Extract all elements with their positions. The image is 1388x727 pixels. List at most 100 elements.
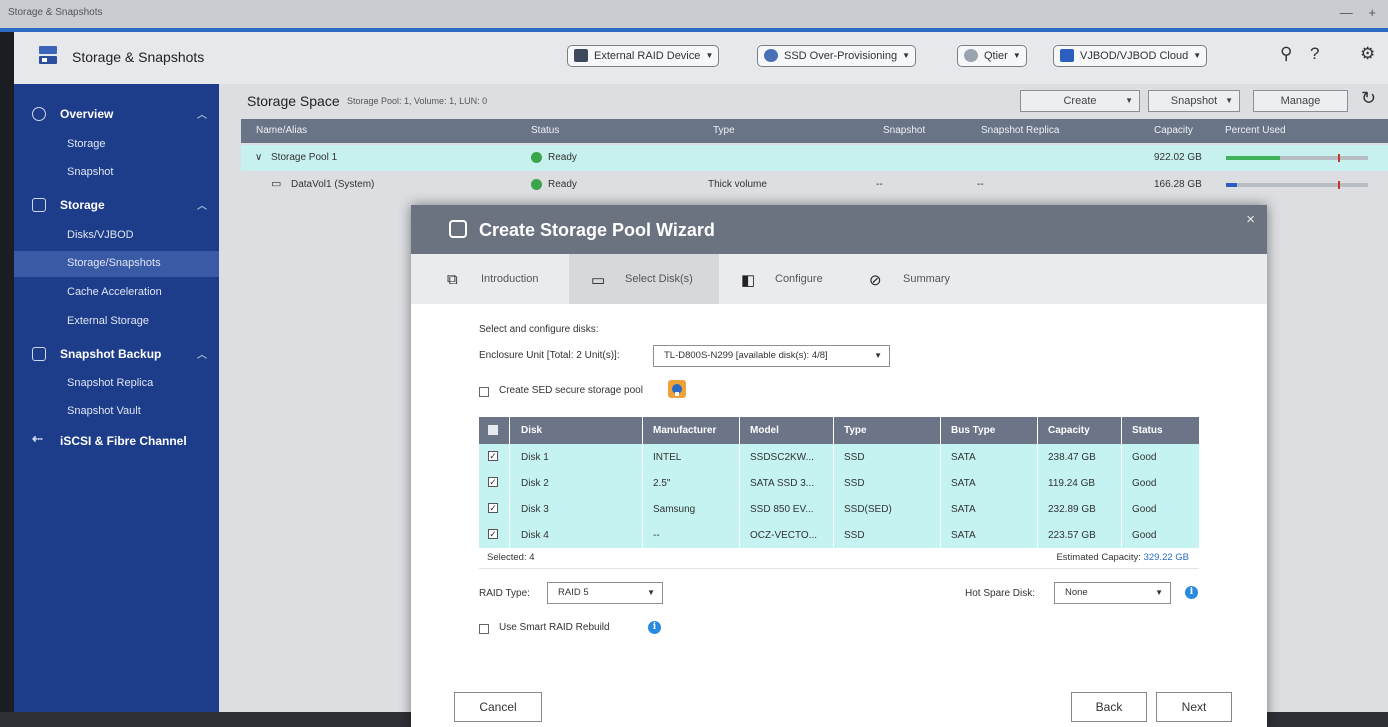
disk-checkbox[interactable]: ✓ [488, 451, 498, 461]
wizard-title: Create Storage Pool Wizard [479, 220, 715, 240]
info-icon[interactable]: i [648, 621, 661, 634]
sed-label: Create SED secure storage pool [499, 385, 643, 396]
page-title: Storage Space [247, 93, 340, 109]
volume-icon: ▭ [271, 178, 282, 190]
hot-spare-select[interactable]: None ▼ [1054, 582, 1171, 604]
step-label: Summary [903, 273, 951, 285]
ssd-icon [764, 49, 778, 62]
disk-checkbox[interactable]: ✓ [488, 529, 498, 539]
create-storage-pool-wizard: Create Storage Pool Wizard × ⧉ Introduct… [411, 205, 1267, 727]
search-icon[interactable]: ⚲ [1280, 44, 1292, 64]
sidebar-item-label: External Storage [67, 315, 149, 327]
sidebar-section-overview[interactable]: Overview ︿ [14, 100, 219, 128]
create-button[interactable]: Create ▼ [1020, 90, 1140, 112]
disk-status: Good [1132, 452, 1157, 463]
sidebar-section-snapshot-backup[interactable]: Snapshot Backup ︿ [14, 340, 219, 368]
disk-model: OCZ-VECTO... [750, 530, 818, 541]
disk-checkbox[interactable]: ✓ [488, 477, 498, 487]
window-controls[interactable]: — + [1340, 5, 1382, 20]
overview-icon [32, 107, 46, 121]
storage-icon [32, 198, 46, 212]
snapshot-button[interactable]: Snapshot ▼ [1148, 90, 1240, 112]
disk-status: Good [1132, 530, 1157, 541]
sidebar-item-snapshot[interactable]: Snapshot [14, 160, 219, 186]
disk-name: Disk 3 [521, 504, 549, 515]
table-row[interactable]: ∨ Storage Pool 1 Ready 922.02 GB [241, 145, 1388, 171]
disk-table-header: Disk Manufacturer Model Type Bus Type Ca… [479, 417, 1199, 444]
sidebar-section-label: Overview [60, 107, 114, 121]
table-row[interactable]: ✓ Disk 4 -- OCZ-VECTO... SSD SATA 223.57… [479, 522, 1199, 548]
expand-chevron-icon[interactable]: ∨ [255, 152, 262, 163]
disk-icon: ▭ [591, 272, 606, 289]
row-status: Ready [548, 152, 577, 163]
disk-bus: SATA [951, 504, 976, 515]
ssd-over-provisioning-button[interactable]: SSD Over-Provisioning ▼ [757, 45, 917, 67]
step-label: Introduction [481, 273, 539, 285]
close-icon[interactable]: × [1246, 211, 1255, 228]
sidebar-item-label: Snapshot Replica [67, 377, 154, 389]
snapshot-label: Snapshot [1170, 95, 1218, 107]
chevron-down-icon: ▼ [1193, 51, 1202, 60]
qtier-button[interactable]: Qtier ▼ [957, 45, 1027, 67]
table-row[interactable]: ▭ DataVol1 (System) Ready Thick volume -… [241, 172, 1388, 198]
estimated-capacity-label: Estimated Capacity: [1056, 552, 1141, 563]
sed-checkbox[interactable] [479, 387, 489, 397]
smart-raid-rebuild-checkbox[interactable] [479, 624, 489, 634]
disk-type: SSD(SED) [844, 504, 892, 515]
sidebar-item-cache-acceleration[interactable]: Cache Acceleration [14, 280, 219, 306]
table-row[interactable]: ✓ Disk 3 Samsung SSD 850 EV... SSD(SED) … [479, 496, 1199, 522]
refresh-icon[interactable]: ↻ [1361, 88, 1376, 109]
sidebar-section-storage[interactable]: Storage ︿ [14, 191, 219, 219]
chevron-down-icon: ▼ [705, 51, 714, 60]
enclosure-select[interactable]: TL-D800S-N299 [available disk(s): 4/8] ▼ [653, 345, 890, 367]
row-snapshot: -- [876, 179, 883, 190]
cancel-button[interactable]: Cancel [454, 692, 542, 722]
configure-icon: ◧ [741, 272, 756, 289]
column-divider [833, 417, 834, 547]
sidebar-item-storage-snapshots[interactable]: Storage/Snapshots [14, 251, 219, 277]
raid-type-select[interactable]: RAID 5 ▼ [547, 582, 663, 604]
sidebar-section-label: Snapshot Backup [60, 347, 162, 361]
step-introduction: ⧉ Introduction [447, 254, 567, 304]
column-header: Snapshot Replica [981, 125, 1060, 136]
sidebar-section-iscsi[interactable]: ⇠ iSCSI & Fibre Channel [14, 427, 219, 455]
step-configure: ◧ Configure [741, 254, 851, 304]
sidebar-item-external-storage[interactable]: External Storage [14, 309, 219, 335]
gear-icon[interactable]: ⚙ [1360, 44, 1375, 64]
column-header: Disk [521, 425, 543, 436]
select-all-checkbox[interactable] [488, 425, 498, 435]
smart-raid-rebuild-label: Use Smart RAID Rebuild [499, 622, 610, 633]
sidebar-item-storage[interactable]: Storage [14, 132, 219, 158]
disk-manufacturer: INTEL [653, 452, 682, 463]
table-row[interactable]: ✓ Disk 1 INTEL SSDSC2KW... SSD SATA 238.… [479, 444, 1199, 470]
table-row[interactable]: ✓ Disk 2 2.5" SATA SSD 3... SSD SATA 119… [479, 470, 1199, 496]
sidebar-item-label: Cache Acceleration [67, 286, 162, 298]
info-icon[interactable]: i [1185, 586, 1198, 599]
disk-bus: SATA [951, 478, 976, 489]
manage-button[interactable]: Manage [1253, 90, 1348, 112]
storage-pool-icon [449, 220, 467, 238]
column-header: Bus Type [951, 425, 996, 436]
back-button[interactable]: Back [1071, 692, 1147, 722]
sidebar-item-snapshot-replica[interactable]: Snapshot Replica [14, 371, 219, 397]
disk-checkbox[interactable]: ✓ [488, 503, 498, 513]
disk-model: SSD 850 EV... [750, 504, 814, 515]
row-capacity: 166.28 GB [1154, 179, 1202, 190]
external-raid-device-button[interactable]: External RAID Device ▼ [567, 45, 720, 67]
help-icon[interactable]: ? [1310, 44, 1319, 64]
chevron-up-icon: ︿ [197, 201, 207, 212]
sidebar-item-disks-vjbod[interactable]: Disks/VJBOD [14, 223, 219, 249]
qtier-icon [964, 49, 978, 62]
chevron-down-icon: ▼ [1225, 96, 1233, 105]
sidebar-item-snapshot-vault[interactable]: Snapshot Vault [14, 399, 219, 425]
sed-help-icon[interactable] [667, 379, 687, 399]
column-header: Capacity [1154, 125, 1193, 136]
chevron-down-icon: ▼ [1125, 96, 1133, 105]
disk-type: SSD [844, 452, 865, 463]
manage-label: Manage [1280, 95, 1321, 107]
window-title: Storage & Snapshots [8, 7, 103, 18]
vjbod-icon [1060, 49, 1074, 62]
next-button[interactable]: Next [1156, 692, 1232, 722]
row-type: Thick volume [708, 179, 767, 190]
vjbod-button[interactable]: VJBOD/VJBOD Cloud ▼ [1053, 45, 1208, 67]
